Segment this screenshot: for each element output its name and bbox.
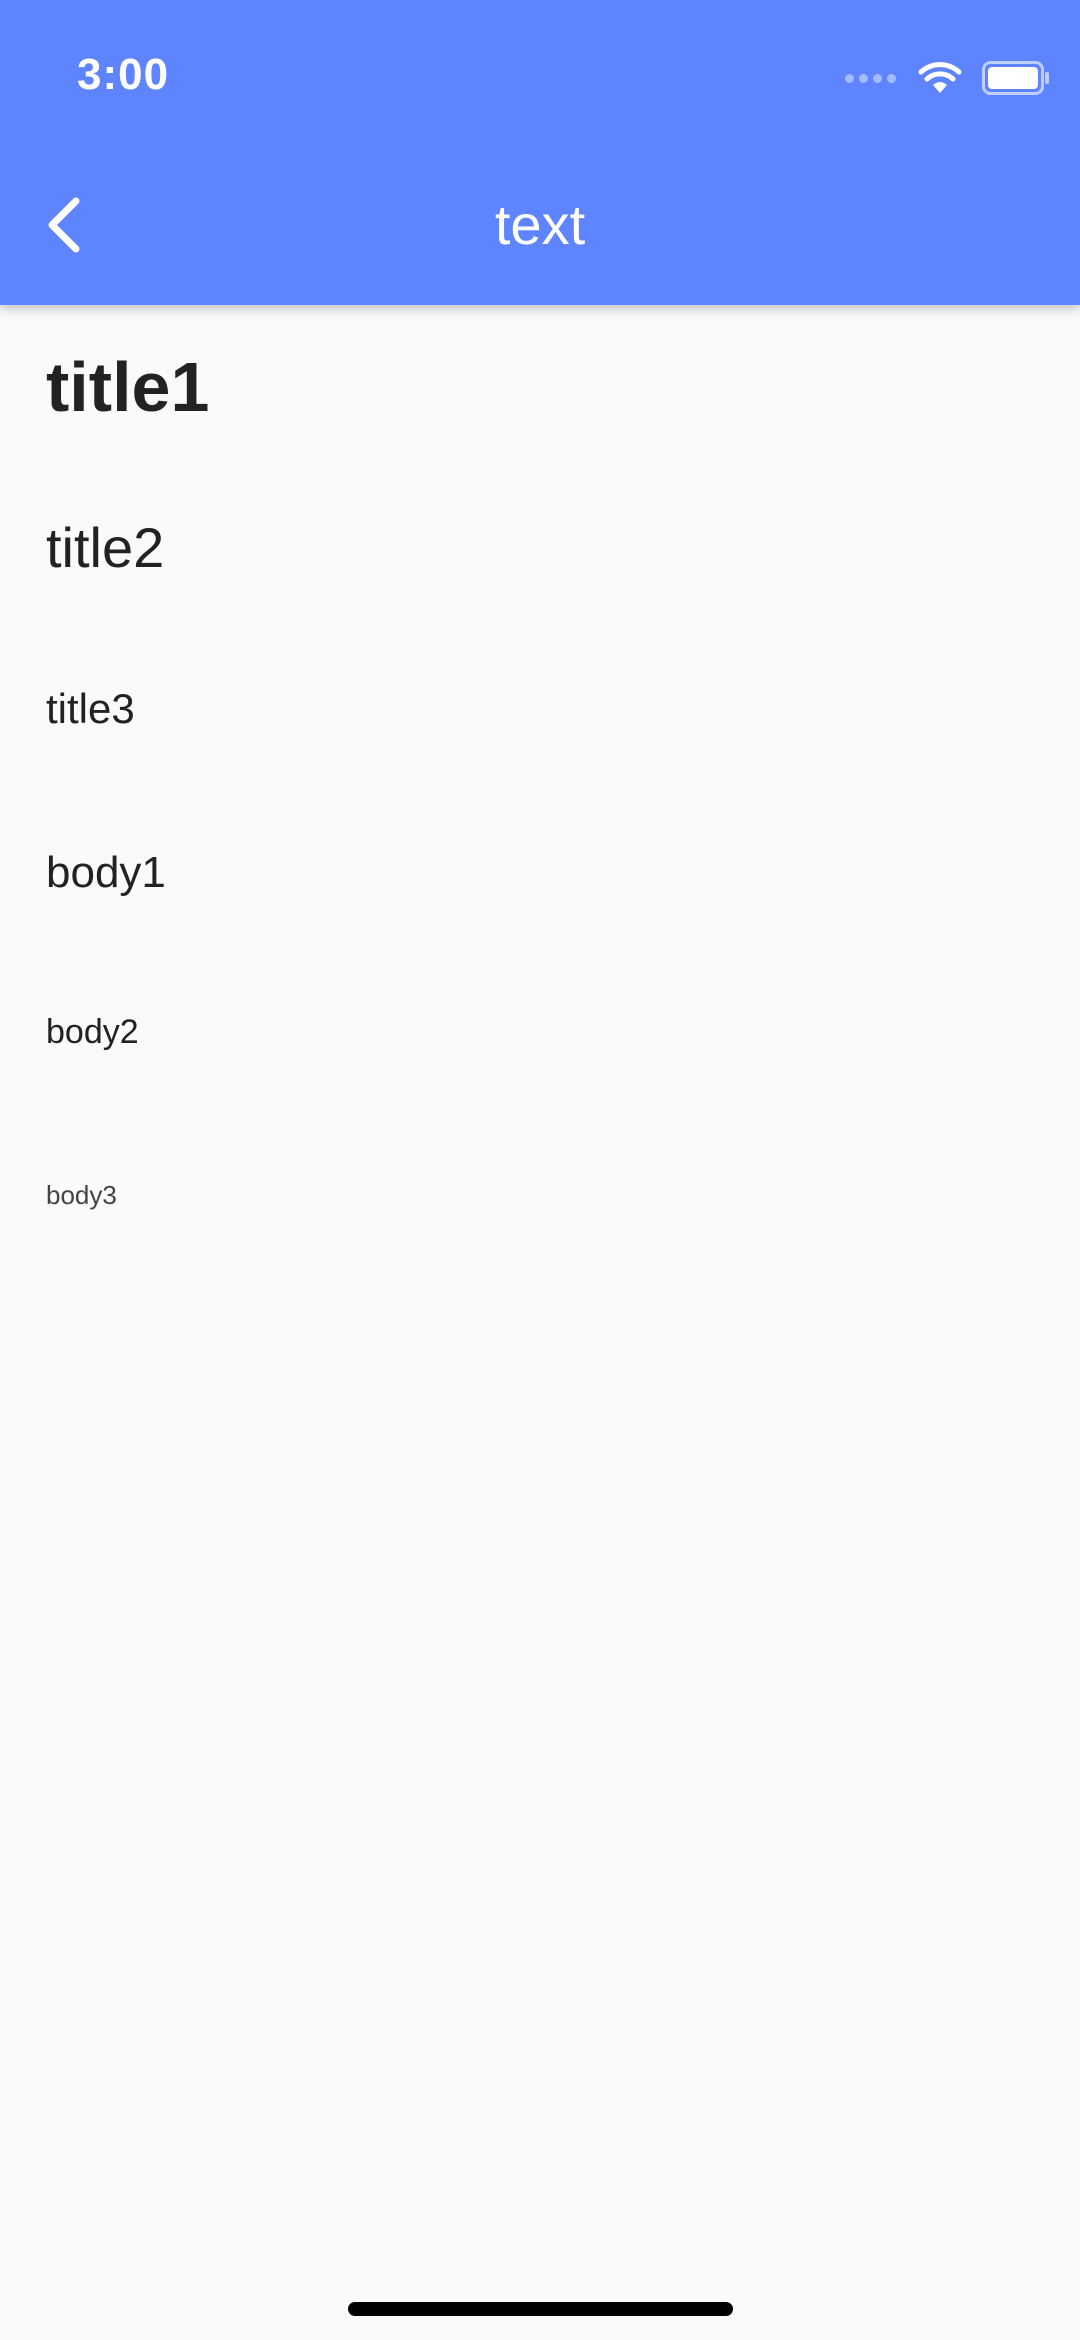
title2-text: title2 <box>46 516 165 579</box>
title3-text: title3 <box>46 685 135 732</box>
body2-text: body2 <box>46 1013 139 1051</box>
app-bar: 3:00 text <box>0 0 1080 305</box>
page-title: text <box>494 193 586 256</box>
title1-text: title1 <box>46 348 210 426</box>
status-time: 3:00 <box>77 50 170 99</box>
status-icons <box>845 58 1050 98</box>
body1-text: body1 <box>46 848 166 897</box>
cellular-signal-icon <box>845 73 896 83</box>
screen: 3:00 text title1 title2 title3 body1 bod… <box>0 0 1080 2340</box>
wifi-icon <box>918 62 962 93</box>
battery-icon <box>982 61 1049 95</box>
home-indicator[interactable] <box>348 2302 733 2316</box>
body3-text: body3 <box>46 1180 117 1210</box>
